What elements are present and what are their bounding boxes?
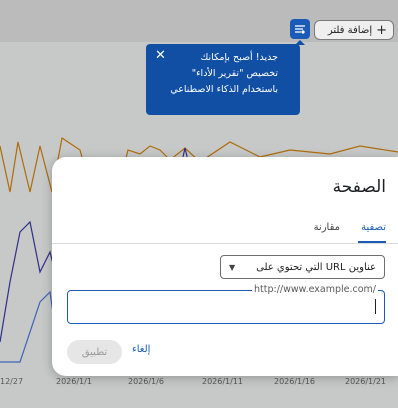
tooltip-line: باستخدام الذكاء الاصطناعي [170, 84, 278, 95]
close-icon[interactable]: ✕ [155, 48, 166, 64]
plus-icon: + [376, 22, 387, 38]
tab-compare[interactable]: مقارنة [314, 222, 340, 233]
dialog-title: الصفحة [332, 177, 386, 197]
cancel-button[interactable]: إلغاء [132, 344, 150, 355]
text-cursor [375, 299, 376, 314]
add-filter-button[interactable]: إضافة فلتر + [314, 20, 394, 40]
match-type-select[interactable]: ▼ عناوين URL التي تحتوي على [220, 255, 385, 279]
dropdown-caret-icon: ▼ [229, 262, 236, 272]
url-placeholder: http://www.example.com/ [252, 284, 378, 295]
tab-filter[interactable]: تصفية [361, 222, 386, 233]
match-type-value: عناوين URL التي تحتوي على [256, 261, 376, 273]
dialog-tabs: تصفية مقارنة [52, 217, 398, 244]
filter-settings-icon [295, 25, 305, 34]
page-filter-dialog: الصفحة تصفية مقارنة ▼ عناوين URL التي تح… [52, 157, 398, 376]
active-tab-indicator [358, 241, 386, 243]
tooltip-line: جديد! أصبح بإمكانك [200, 52, 278, 63]
filter-settings-button[interactable] [290, 19, 310, 39]
tooltip-line: تخصيص "تقرير الأداء" [191, 68, 278, 79]
ai-feature-tooltip: ✕ جديد! أصبح بإمكانك تخصيص "تقرير الأداء… [146, 44, 300, 115]
add-filter-label: إضافة فلتر [327, 24, 373, 36]
url-input-field[interactable]: http://www.example.com/ [67, 284, 385, 324]
apply-button[interactable]: تطبيق [67, 340, 122, 364]
